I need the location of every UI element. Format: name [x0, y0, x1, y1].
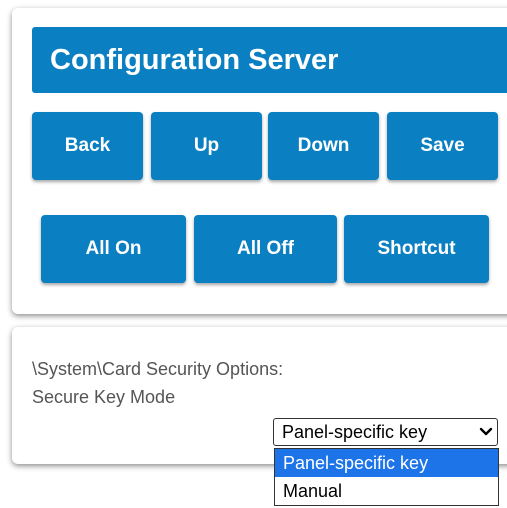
setting-path: \System\Card Security Options:	[32, 359, 284, 379]
option-manual[interactable]: Manual	[275, 477, 498, 505]
save-button[interactable]: Save	[387, 112, 498, 180]
secure-key-mode-select[interactable]: Panel-specific key	[273, 418, 498, 446]
all-off-button[interactable]: All Off	[194, 215, 337, 283]
header-bar: Configuration Server	[32, 27, 507, 93]
up-button[interactable]: Up	[151, 112, 262, 180]
shortcut-button[interactable]: Shortcut	[344, 215, 489, 283]
control-panel: Configuration Server Back Up Down Save A…	[12, 8, 507, 314]
select-value: Panel-specific key	[282, 421, 428, 442]
setting-name: Secure Key Mode	[32, 387, 176, 407]
select-dropdown-list: Panel-specific key Manual	[274, 448, 499, 506]
page-title: Configuration Server	[50, 43, 339, 76]
all-on-button[interactable]: All On	[41, 215, 186, 283]
option-panel-specific-key[interactable]: Panel-specific key	[275, 449, 498, 477]
setting-info: \System\Card Security Options: Secure Ke…	[32, 355, 283, 411]
chevron-down-icon	[475, 421, 497, 443]
down-button[interactable]: Down	[268, 112, 379, 180]
back-button[interactable]: Back	[32, 112, 143, 180]
